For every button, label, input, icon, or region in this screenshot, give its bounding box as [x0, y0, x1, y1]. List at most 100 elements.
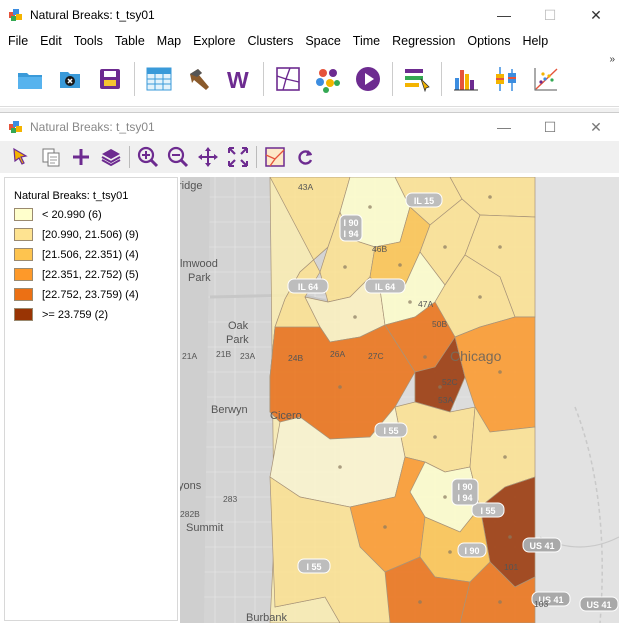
map-label-i94: I 94	[457, 493, 472, 503]
legend-swatch	[14, 308, 33, 321]
map-window: Natural Breaks: t_tsy01 — ☐ ✕ Natural Br…	[0, 112, 619, 623]
map-label-cicero: Cicero	[270, 410, 302, 422]
map-label-us41a: US 41	[529, 541, 554, 551]
legend-label: >= 23.759 (2)	[42, 308, 109, 321]
minimize-button[interactable]: —	[481, 0, 527, 30]
menu-table[interactable]: Table	[109, 34, 151, 48]
legend-item[interactable]: [22.752, 23.759) (4)	[14, 287, 177, 302]
play-icon[interactable]	[348, 59, 388, 99]
map-close-button[interactable]: ✕	[573, 113, 619, 141]
legend-label: < 20.990 (6)	[42, 208, 102, 221]
map-label-i55a: I 55	[383, 426, 398, 436]
weights-manager-icon[interactable]: W	[219, 59, 259, 99]
map-label-il64a: IL 64	[298, 282, 318, 292]
map-label-i90-94: I 90	[343, 218, 358, 228]
map-minimize-button[interactable]: —	[481, 113, 527, 141]
map-toolbar	[0, 141, 619, 173]
legend-swatch	[14, 288, 33, 301]
main-toolbar: W	[0, 52, 619, 107]
histogram-icon[interactable]	[446, 59, 486, 99]
maximize-button[interactable]: ☐	[527, 0, 573, 30]
legend-item[interactable]: < 20.990 (6)	[14, 207, 177, 222]
map-label-exit-21b: 21B	[216, 349, 231, 359]
map-label-exit-21a: 21A	[182, 351, 197, 361]
menubar: File Edit Tools Table Map Explore Cluste…	[0, 30, 619, 52]
main-window-title: Natural Breaks: t_tsy01	[30, 8, 155, 22]
menu-options[interactable]: Options	[461, 34, 516, 48]
legend-swatch	[14, 268, 33, 281]
map-maximize-button[interactable]: ☐	[527, 113, 573, 141]
legend-item[interactable]: [20.990, 21.506) (9)	[14, 227, 177, 242]
map-label-exit-47a: 47A	[418, 299, 433, 309]
map-label-i90-94b: I 94	[343, 229, 358, 239]
map-label-berwyn: Berwyn	[211, 404, 248, 416]
map-window-title: Natural Breaks: t_tsy01	[30, 120, 155, 134]
map-label-oak: Oak	[228, 320, 249, 332]
menu-time[interactable]: Time	[347, 34, 386, 48]
table-icon[interactable]	[139, 59, 179, 99]
menu-edit[interactable]: Edit	[34, 34, 68, 48]
scatterplot-icon[interactable]	[526, 59, 566, 99]
legend-item[interactable]: >= 23.759 (2)	[14, 307, 177, 322]
map-label-elmwood: lmwood	[180, 258, 218, 270]
geoda-app-icon	[9, 121, 22, 133]
cluster-icon[interactable]	[308, 59, 348, 99]
tools-hammer-icon[interactable]	[179, 59, 219, 99]
map-label-chicago: Chicago	[450, 348, 502, 364]
map-label-exit-24b: 24B	[288, 353, 303, 363]
refresh-icon[interactable]	[290, 143, 320, 171]
legend-item[interactable]: [21.506, 22.351) (4)	[14, 247, 177, 262]
map-label-i15: IL 15	[414, 196, 434, 206]
map-label-burbank: Burbank	[246, 612, 287, 623]
map-label-exit-282b: 282B	[180, 509, 200, 519]
map-canvas[interactable]: I 90 I 94 IL 15 IL 64 IL 64 I 55 I 55 I …	[180, 177, 619, 623]
map-icon[interactable]	[268, 59, 308, 99]
choropleth-map[interactable]: I 90 I 94 IL 15 IL 64 IL 64 I 55 I 55 I …	[180, 177, 619, 623]
legend-item[interactable]: [22.351, 22.752) (5)	[14, 267, 177, 282]
boxplot-icon[interactable]	[486, 59, 526, 99]
map-label-exit-23a: 23A	[240, 351, 255, 361]
zoom-out-icon[interactable]	[163, 143, 193, 171]
map-label-us41c: US 41	[586, 600, 611, 610]
menu-regression[interactable]: Regression	[386, 34, 461, 48]
map-label-exit-52c: 52C	[442, 377, 458, 387]
menu-explore[interactable]: Explore	[187, 34, 241, 48]
toolbar-overflow-icon[interactable]: »	[609, 54, 615, 65]
map-label-i55b: I 55	[306, 562, 321, 572]
legend-swatch	[14, 228, 33, 241]
map-label-park: Park	[188, 272, 211, 284]
open-folder-icon[interactable]	[10, 59, 50, 99]
svg-text:W: W	[227, 67, 249, 91]
geoda-app-icon	[9, 9, 22, 21]
menu-help[interactable]: Help	[516, 34, 554, 48]
select-icon[interactable]	[6, 143, 36, 171]
save-icon[interactable]	[90, 59, 130, 99]
menu-clusters[interactable]: Clusters	[242, 34, 300, 48]
menu-space[interactable]: Space	[299, 34, 346, 48]
pan-icon[interactable]	[193, 143, 223, 171]
menu-map[interactable]: Map	[151, 34, 187, 48]
layers-icon[interactable]	[96, 143, 126, 171]
map-label-exit-46: 46B	[372, 244, 387, 254]
menu-file[interactable]: File	[2, 34, 34, 48]
map-label-exit-101: 101	[504, 562, 518, 572]
menu-tools[interactable]: Tools	[68, 34, 109, 48]
map-label-exit-43a: 43A	[298, 182, 313, 192]
category-editor-icon[interactable]	[397, 59, 437, 99]
map-legend: Natural Breaks: t_tsy01 < 20.990 (6) [20…	[4, 177, 178, 621]
add-icon[interactable]	[66, 143, 96, 171]
map-label-i90b: I 90	[464, 546, 479, 556]
map-label-i90a: I 90	[457, 482, 472, 492]
zoom-in-icon[interactable]	[133, 143, 163, 171]
map-label-exit-50: 50B	[432, 319, 447, 329]
legend-swatch	[14, 208, 33, 221]
map-label-bridge: ridge	[180, 180, 202, 192]
basemap-icon[interactable]	[260, 143, 290, 171]
fullextent-icon[interactable]	[223, 143, 253, 171]
copy-icon[interactable]	[36, 143, 66, 171]
close-datasource-icon[interactable]	[50, 59, 90, 99]
map-window-titlebar: Natural Breaks: t_tsy01 — ☐ ✕	[0, 113, 619, 141]
legend-label: [22.752, 23.759) (4)	[42, 288, 139, 301]
main-titlebar: Natural Breaks: t_tsy01 — ☐ ✕	[0, 0, 619, 30]
close-button[interactable]: ✕	[573, 0, 619, 30]
